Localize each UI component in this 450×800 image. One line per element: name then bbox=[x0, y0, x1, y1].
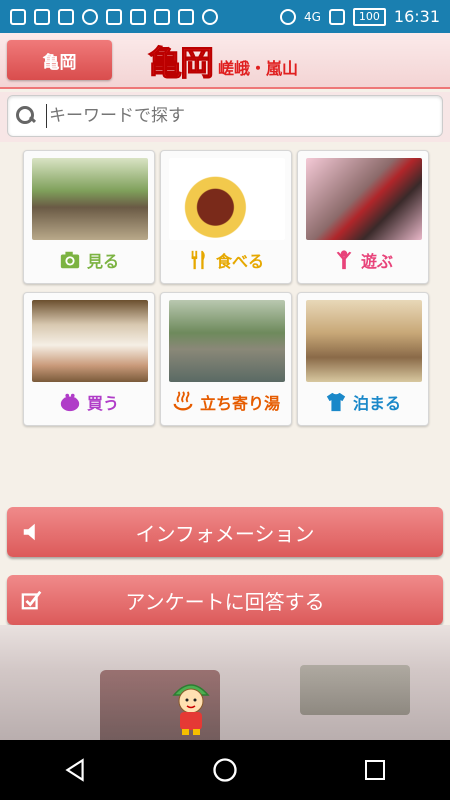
battery-level: 100 bbox=[352, 7, 386, 26]
recents-button[interactable] bbox=[355, 750, 395, 790]
facebook-icon bbox=[58, 8, 74, 25]
category-tile-play[interactable]: 遊ぶ bbox=[297, 150, 429, 284]
cutlery-icon bbox=[191, 250, 205, 270]
category-tile-see[interactable]: 見る bbox=[23, 150, 155, 284]
system-nav-bar bbox=[0, 740, 450, 800]
app-header: 亀岡 亀岡 嵯峨・嵐山 bbox=[0, 33, 450, 89]
survey-button[interactable]: アンケートに回答する bbox=[7, 575, 443, 625]
camera-icon bbox=[60, 251, 80, 269]
status-bar: 4G 100 16:31 bbox=[0, 0, 450, 33]
craft-photo bbox=[32, 300, 148, 382]
gmail-icon bbox=[130, 8, 146, 25]
category-label: 見る bbox=[86, 252, 119, 271]
category-label: 買う bbox=[86, 394, 119, 413]
recents-icon bbox=[365, 760, 385, 780]
purse-icon bbox=[60, 393, 80, 412]
back-button[interactable] bbox=[55, 750, 95, 790]
network-indicator: 4G bbox=[303, 9, 321, 24]
train-photo bbox=[306, 158, 422, 240]
signal-icon bbox=[328, 8, 345, 25]
search-icon bbox=[82, 8, 98, 25]
home-button[interactable] bbox=[205, 750, 245, 790]
category-grid: 見る 食べる 遊ぶ 買う 立ち寄り湯 泊まる bbox=[23, 150, 429, 426]
app-logo: 亀岡 嵯峨・嵐山 bbox=[148, 37, 299, 85]
scenic-background bbox=[0, 625, 450, 740]
category-tile-hot-spring[interactable]: 立ち寄り湯 bbox=[160, 292, 292, 426]
mascot-character bbox=[172, 684, 210, 735]
mail-icon bbox=[106, 8, 122, 25]
logo-main-text: 亀岡 bbox=[148, 44, 215, 85]
app-icon bbox=[178, 8, 194, 25]
search-box[interactable] bbox=[7, 95, 443, 137]
logo-sub-text: 嵯峨・嵐山 bbox=[218, 59, 299, 78]
room-photo bbox=[306, 300, 422, 382]
shrine-photo bbox=[32, 158, 148, 240]
search-input[interactable] bbox=[49, 106, 409, 126]
speaker-icon bbox=[23, 523, 35, 541]
weather-icon bbox=[202, 8, 218, 25]
food-photo bbox=[169, 158, 285, 240]
category-label: 遊ぶ bbox=[360, 252, 393, 271]
category-tile-shop[interactable]: 買う bbox=[23, 292, 155, 426]
contact-icon bbox=[34, 8, 50, 25]
boat-silhouette bbox=[300, 665, 410, 715]
person-icon bbox=[336, 250, 352, 270]
survey-label: アンケートに回答する bbox=[125, 589, 325, 614]
message-icon bbox=[10, 8, 26, 25]
location-icon bbox=[279, 8, 296, 25]
image-icon bbox=[154, 8, 170, 25]
category-tile-stay[interactable]: 泊まる bbox=[297, 292, 429, 426]
back-icon bbox=[65, 758, 84, 782]
category-label: 泊まる bbox=[352, 394, 401, 413]
category-tile-eat[interactable]: 食べる bbox=[160, 150, 292, 284]
hot-spring-photo bbox=[169, 300, 285, 382]
shirt-icon bbox=[326, 392, 346, 412]
information-label: インフォメーション bbox=[135, 521, 315, 546]
hot-spring-icon bbox=[173, 391, 193, 411]
search-bar bbox=[0, 92, 450, 142]
information-button[interactable]: インフォメーション bbox=[7, 507, 443, 557]
text-caret bbox=[46, 104, 47, 128]
category-label: 立ち寄り湯 bbox=[199, 394, 280, 413]
home-icon bbox=[213, 758, 237, 782]
city-button[interactable]: 亀岡 bbox=[7, 40, 112, 80]
search-icon bbox=[16, 106, 36, 126]
clock: 16:31 bbox=[393, 7, 440, 26]
category-label: 食べる bbox=[215, 252, 264, 271]
checkbox-icon bbox=[21, 590, 42, 610]
